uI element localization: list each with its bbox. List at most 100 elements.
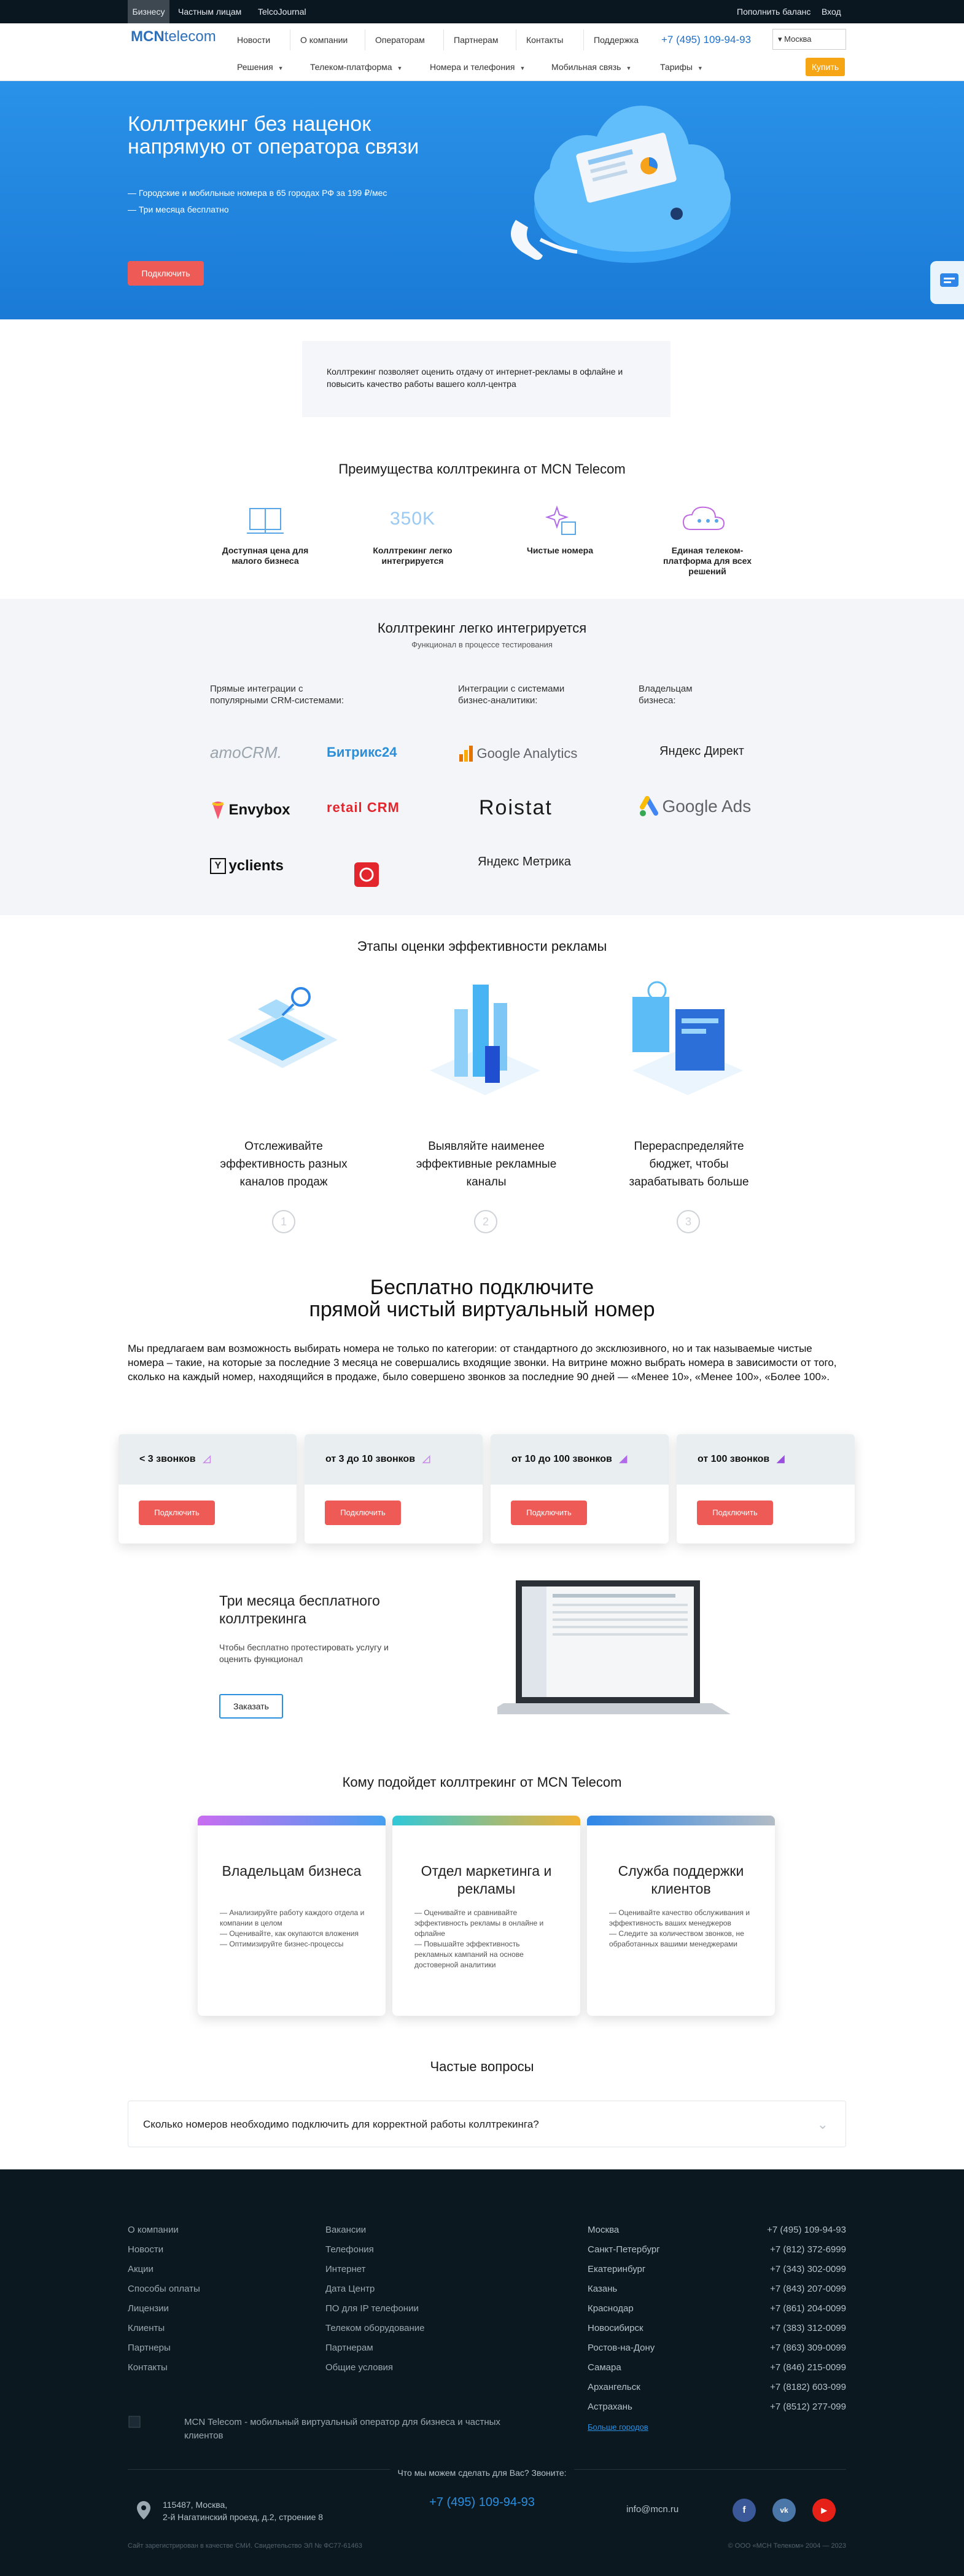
footer-city[interactable]: Екатеринбург [588,2264,645,2274]
menu-label: Мобильная связь [551,62,621,72]
menu-numbers[interactable]: Номера и телефония ▼ [430,60,525,74]
footer-link[interactable]: Способы оплаты [128,2284,200,2294]
envybox-text: Envybox [228,802,290,818]
audience-title: Служба поддержки клиентов [618,1863,744,1897]
audience-title: Владельцам бизнеса [222,1863,362,1879]
footer-email[interactable]: info@mcn.ru [626,2504,678,2515]
menu-platform[interactable]: Телеком-платформа ▼ [310,60,402,74]
footer-city[interactable]: Новосибирск [588,2323,643,2333]
topup-link[interactable]: Пополнить баланс [737,0,810,23]
audience-title: Отдел маркетинга и рекламы [421,1863,552,1897]
faq-item[interactable]: Сколько номеров необходимо подключить дл… [128,2101,846,2147]
chat-widget[interactable] [930,261,964,304]
facebook-icon[interactable]: f [733,2499,756,2522]
hero-bullet-text: Городские и мобильные номера в 65 города… [138,188,387,198]
audience-card: Служба поддержки клиентов — Оценивайте к… [587,1816,775,2016]
footer-link[interactable]: Контакты [128,2362,168,2373]
buy-button[interactable]: Купить [806,58,845,76]
footer-link[interactable]: Общие условия [325,2362,393,2373]
app-logo-icon [359,867,374,882]
hero-connect-button[interactable]: Подключить [128,261,204,286]
audience-text: — Оценивайте качество обслуживания и эфф… [609,1908,750,1948]
city-select[interactable]: ▾ Москва [772,29,846,50]
youtube-icon[interactable]: ▶ [812,2499,836,2522]
card-connect-button[interactable]: Подключить [325,1501,401,1525]
footer-city[interactable]: Ростов-на-Дону [588,2343,655,2353]
menu-solutions[interactable]: Решения ▼ [237,60,284,74]
card-accent-bar [587,1816,775,1825]
footer-link[interactable]: ПО для IP телефонии [325,2303,419,2314]
card-accent-bar [198,1816,386,1825]
footer-city[interactable]: Казань [588,2284,617,2294]
yclients-icon: Y [210,858,226,874]
card-connect-button[interactable]: Подключить [697,1501,773,1525]
footer-link[interactable]: Телефония [325,2244,374,2255]
footer-link[interactable]: Лицензии [128,2303,169,2314]
card-connect-button[interactable]: Подключить [511,1501,587,1525]
nav-about[interactable]: О компании [290,29,348,50]
tab-business[interactable]: Бизнесу [128,0,169,23]
footer-link[interactable]: Клиенты [128,2323,165,2333]
menu-mobile[interactable]: Мобильная связь ▼ [551,60,631,74]
nav-support[interactable]: Поддержка [583,29,639,50]
cloud-icon [682,506,725,530]
chat-icon [940,273,958,287]
footer-city-phone[interactable]: +7 (343) 302-0099 [723,2264,846,2274]
footer-city[interactable]: Самара [588,2362,621,2373]
footer-city-phone[interactable]: +7 (861) 204-0099 [723,2303,846,2314]
footer-city-phone[interactable]: +7 (8512) 277-099 [723,2402,846,2412]
footer-link[interactable]: Телеком оборудование [325,2323,425,2333]
footer-city[interactable]: Архангельск [588,2382,640,2392]
menu-tariffs[interactable]: Тарифы ▼ [660,60,703,74]
footer-link[interactable]: Партнеры [128,2343,171,2353]
card-label: от 10 до 100 звонков [511,1454,612,1464]
footer-city-phone[interactable]: +7 (863) 309-0099 [723,2343,846,2353]
google-analytics-text: Google Analytics [476,746,578,761]
logo[interactable]: MCNtelecom [131,28,216,45]
footer-city-phone[interactable]: +7 (8182) 603-099 [723,2382,846,2392]
more-cities-link[interactable]: Больше городов [588,2422,648,2432]
footer-link[interactable]: Новости [128,2244,163,2255]
vk-icon[interactable]: vk [772,2499,796,2522]
chevron-down-icon: ▼ [397,65,403,71]
footer-city-phone[interactable]: +7 (812) 372-6999 [723,2244,846,2255]
footer-city-phone[interactable]: +7 (846) 215-0099 [723,2362,846,2373]
order-button[interactable]: Заказать [219,1694,283,1719]
advantage-item: Доступная цена для малого бизнеса [213,502,317,566]
bitrix24-logo: Битрикс24 [327,744,397,760]
card-accent-bar [392,1816,580,1825]
footer-link[interactable]: О компании [128,2225,179,2235]
footer-link[interactable]: Вакансии [325,2225,366,2235]
stage-1-illustration [227,987,338,1068]
card-connect-button[interactable]: Подключить [139,1501,215,1525]
login-link[interactable]: Вход [822,0,841,23]
nav-news[interactable]: Новости [237,29,270,50]
footer-link[interactable]: Партнерам [325,2343,373,2353]
cloud-phone-illustration [511,106,731,263]
footer-city[interactable]: Астрахань [588,2402,632,2412]
footer-city[interactable]: Краснодар [588,2303,634,2314]
footer-link[interactable]: Дата Центр [325,2284,375,2294]
tab-private[interactable]: Частным лицам [178,0,241,23]
footer-link[interactable]: Акции [128,2264,154,2274]
yandex-metrika-logo: Яндекс Метрика [478,855,571,868]
hero-bullet-text: Три месяца бесплатно [138,205,229,214]
tab-telcojournal[interactable]: TelcoJournal [258,0,306,23]
chevron-down-icon: ▼ [626,65,632,71]
nav-operators[interactable]: Операторам [365,29,425,50]
footer-city-phone[interactable]: +7 (383) 312-0099 [723,2323,846,2333]
city-marker-icon: ▾ [778,34,785,44]
footer-city[interactable]: Москва [588,2225,619,2235]
number-card: от 3 до 10 звонков ◿ Подключить [305,1434,483,1544]
envybox-logo: Envybox [210,800,308,824]
intro-box: Коллтрекинг позволяет оценить отдачу от … [302,341,671,417]
nav-contacts[interactable]: Контакты [516,29,563,50]
card-label: < 3 звонков [139,1454,196,1464]
footer-link[interactable]: Интернет [325,2264,365,2274]
stage-3-illustration [632,981,743,1095]
footer-city[interactable]: Санкт-Петербург [588,2244,660,2255]
footer-city-phone[interactable]: +7 (843) 207-0099 [723,2284,846,2294]
nav-partners[interactable]: Партнерам [443,29,498,50]
header-phone[interactable]: +7 (495) 109-94-93 [661,29,751,50]
footer-city-phone[interactable]: +7 (495) 109-94-93 [723,2225,846,2235]
